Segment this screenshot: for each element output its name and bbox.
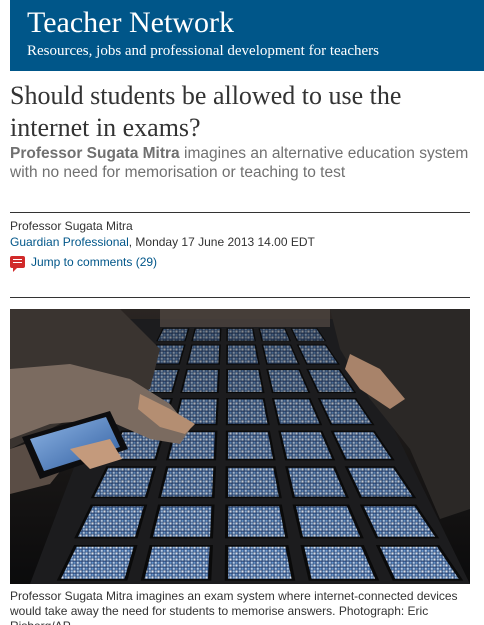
byline-divider-bottom <box>10 297 470 298</box>
tablet-screen <box>153 506 212 537</box>
tablet-screen <box>228 506 286 537</box>
comments-label[interactable]: Jump to comments (29) <box>31 255 157 270</box>
tablet-screen <box>227 370 263 392</box>
tablet-screen <box>227 432 273 459</box>
section-subtitle: Resources, jobs and professional develop… <box>27 43 379 59</box>
publish-date: , Monday 17 June 2013 14.00 EDT <box>128 235 315 249</box>
photo-caption: Professor Sugata Mitra imagines an exam … <box>10 589 458 625</box>
article-byline[interactable]: Professor Sugata Mitra <box>10 219 133 234</box>
section-title[interactable]: Teacher Network <box>27 6 234 40</box>
tablet-screen <box>227 399 268 424</box>
tablet-screen <box>161 467 214 497</box>
tablet-screen <box>227 467 279 497</box>
section-banner: Teacher Network Resources, jobs and prof… <box>10 0 484 71</box>
article-standfirst: Professor Sugata Mitra imagines an alter… <box>10 144 470 182</box>
tablet-screen <box>227 328 255 341</box>
tablet-screen <box>260 328 290 341</box>
article-photo <box>10 309 470 584</box>
comment-bubble-icon <box>10 256 25 272</box>
tablet-screen <box>144 546 210 579</box>
jump-to-comments-link[interactable]: Jump to comments (29) <box>10 254 157 272</box>
source-link[interactable]: Guardian Professional <box>10 235 129 249</box>
byline-divider-top <box>10 212 470 213</box>
article-dateline: Guardian Professional, Monday 17 June 20… <box>10 235 315 250</box>
tablet-screen <box>227 345 259 364</box>
standfirst-author: Professor Sugata Mitra <box>10 145 180 162</box>
tablet-screen <box>228 546 292 579</box>
tablet-screen <box>182 370 219 392</box>
article-headline: Should students be allowed to use the in… <box>10 81 402 142</box>
tablet-screen <box>192 328 220 341</box>
tablet-screen <box>188 345 220 364</box>
tablet-display-photo <box>10 309 470 584</box>
